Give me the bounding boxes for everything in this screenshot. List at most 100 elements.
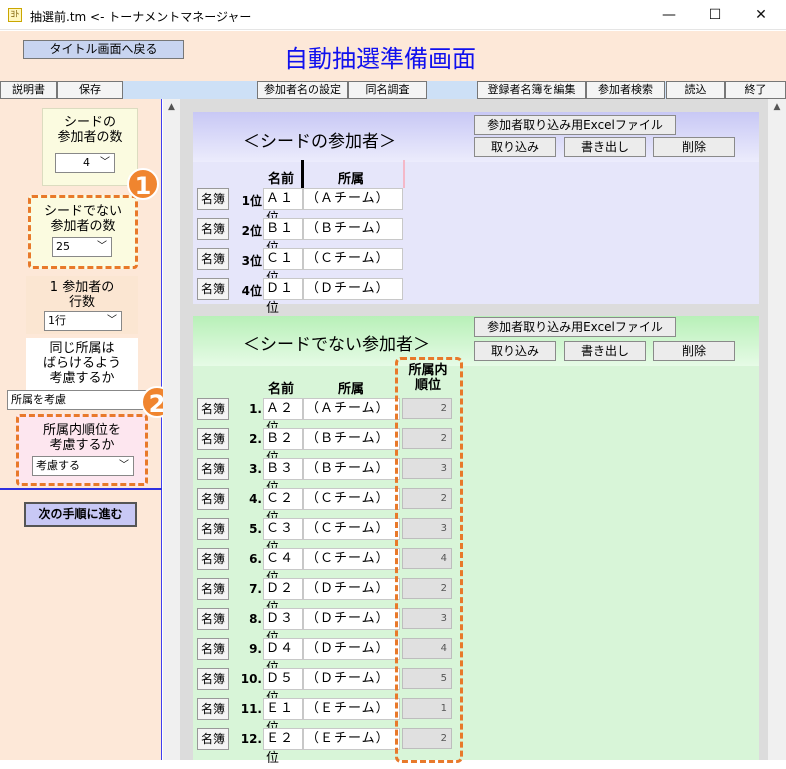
registry-button[interactable]: 名簿: [197, 578, 229, 600]
divider: [0, 488, 162, 490]
maximize-button[interactable]: ☐: [692, 0, 738, 30]
nonseed-number-label: 10.: [240, 672, 262, 686]
registry-button[interactable]: 名簿: [197, 398, 229, 420]
nonseed-affil-field[interactable]: （Ｃチーム）: [303, 548, 400, 570]
nonseed-name-field[interactable]: Ｄ５位: [263, 668, 303, 706]
registry-button[interactable]: 名簿: [197, 188, 229, 210]
same-name-check-button[interactable]: 同名調査: [348, 81, 427, 99]
seed-affil-field[interactable]: （Ｂチーム）: [303, 218, 403, 240]
next-step-button[interactable]: 次の手順に進む: [24, 502, 137, 527]
nonseed-affil-field[interactable]: （Ｄチーム）: [303, 608, 400, 630]
nonseed-col-name: 名前: [268, 382, 295, 397]
same-affil-label-2: ばらけるよう: [42, 356, 121, 371]
nonseed-affil-field[interactable]: （Ｄチーム）: [303, 578, 400, 600]
scroll-up-icon[interactable]: ▲: [768, 102, 786, 112]
seed-export-button[interactable]: 書き出し: [564, 137, 646, 157]
right-scrollbar[interactable]: ▲: [768, 99, 786, 760]
seed-affil-field[interactable]: （Ｄチーム）: [303, 278, 403, 300]
registry-button[interactable]: 名簿: [197, 488, 229, 510]
save-button[interactable]: 保存: [57, 81, 123, 99]
registry-button[interactable]: 名簿: [197, 458, 229, 480]
affil-rank-select[interactable]: 考慮する ﹀: [32, 456, 134, 476]
nonseed-affil-field[interactable]: （Ｂチーム）: [303, 458, 400, 480]
seed-count-label-2: 参加者の数: [57, 130, 123, 145]
seed-count-select[interactable]: 4 ﹀: [55, 153, 115, 173]
same-affil-select[interactable]: 所属を考慮: [7, 390, 147, 410]
nonseed-affil-field[interactable]: （Ｂチーム）: [303, 428, 400, 450]
minimize-button[interactable]: —: [646, 0, 692, 30]
nonseed-name-field[interactable]: Ｄ２位: [263, 578, 303, 616]
nonseed-import-button[interactable]: 取り込み: [474, 341, 556, 361]
left-scrollbar[interactable]: ▲: [163, 99, 180, 760]
nonseed-name-field[interactable]: Ｄ４位: [263, 638, 303, 676]
rows-select[interactable]: 1行 ﹀: [44, 311, 122, 331]
nonseed-count-label-2: 参加者の数: [50, 219, 116, 234]
seed-section-title: ＜シードの参加者＞: [243, 132, 396, 152]
registry-button[interactable]: 名簿: [197, 698, 229, 720]
nonseed-affil-field[interactable]: （Ａチーム）: [303, 398, 400, 420]
nonseed-name-field[interactable]: Ｃ２位: [263, 488, 303, 526]
registry-button[interactable]: 名簿: [197, 218, 229, 240]
seed-col-name: 名前: [268, 172, 295, 187]
registry-button[interactable]: 名簿: [197, 278, 229, 300]
seed-affil-field[interactable]: （Ａチーム）: [303, 188, 403, 210]
chevron-down-icon: ﹀: [97, 241, 107, 252]
registry-button[interactable]: 名簿: [197, 608, 229, 630]
nonseed-number-label: 7.: [249, 582, 262, 596]
participant-name-settings-button[interactable]: 参加者名の設定: [257, 81, 348, 99]
seed-col-affil: 所属: [338, 172, 365, 187]
nonseed-name-field[interactable]: Ｂ３位: [263, 458, 303, 496]
participant-search-button[interactable]: 参加者検索: [586, 81, 665, 99]
registry-button[interactable]: 名簿: [197, 548, 229, 570]
registry-button[interactable]: 名簿: [197, 728, 229, 750]
close-button[interactable]: ✕: [738, 0, 784, 30]
nonseed-name-field[interactable]: Ｄ３位: [263, 608, 303, 646]
seed-excel-button[interactable]: 参加者取り込み用Excelファイル: [474, 115, 676, 135]
seed-name-field[interactable]: Ｃ１位: [263, 248, 303, 286]
nonseed-count-select[interactable]: 25 ﹀: [52, 237, 112, 257]
same-affil-label-3: 考慮するか: [49, 371, 115, 386]
seed-name-field[interactable]: Ｄ１位: [263, 278, 303, 316]
nonseed-affil-field[interactable]: （Ｄチーム）: [303, 668, 400, 690]
nonseed-affil-field[interactable]: （Ｃチーム）: [303, 518, 400, 540]
nonseed-affil-field[interactable]: （Ｅチーム）: [303, 728, 400, 750]
nonseed-affil-field[interactable]: （Ｃチーム）: [303, 488, 400, 510]
seed-name-field[interactable]: Ａ１位: [263, 188, 303, 226]
registry-button[interactable]: 名簿: [197, 428, 229, 450]
registry-button[interactable]: 名簿: [197, 668, 229, 690]
nonseed-name-field[interactable]: Ｂ２位: [263, 428, 303, 466]
nonseed-affil-field[interactable]: （Ｅチーム）: [303, 698, 400, 720]
nonseed-export-button[interactable]: 書き出し: [564, 341, 646, 361]
nonseed-delete-button[interactable]: 削除: [653, 341, 735, 361]
seed-import-button[interactable]: 取り込み: [474, 137, 556, 157]
affil-rank-value: 考慮する: [36, 459, 80, 472]
manual-button[interactable]: 説明書: [0, 81, 57, 99]
back-to-title-button[interactable]: タイトル画面へ戻る: [23, 40, 184, 59]
exit-button[interactable]: 終了: [725, 81, 786, 99]
seed-count-group: シードの 参加者の数 4 ﹀: [42, 108, 138, 186]
step-badge-1: 1: [127, 168, 159, 200]
seed-name-field[interactable]: Ｂ１位: [263, 218, 303, 256]
load-button[interactable]: 読込: [666, 81, 725, 99]
registry-button[interactable]: 名簿: [197, 518, 229, 540]
nonseed-number-label: 8.: [249, 612, 262, 626]
nonseed-name-field[interactable]: Ｃ４位: [263, 548, 303, 586]
edit-registry-button[interactable]: 登録者名簿を編集: [477, 81, 586, 99]
nonseed-affil-field[interactable]: （Ｄチーム）: [303, 638, 400, 660]
app-icon: ﾖﾄ: [8, 8, 22, 22]
scroll-up-icon[interactable]: ▲: [163, 102, 180, 112]
seed-delete-button[interactable]: 削除: [653, 137, 735, 157]
nonseed-name-field[interactable]: Ａ２位: [263, 398, 303, 436]
nonseed-name-field[interactable]: Ｅ２位: [263, 728, 303, 766]
nonseed-name-field[interactable]: Ｃ３位: [263, 518, 303, 556]
nonseed-number-label: 3.: [249, 462, 262, 476]
nonseed-excel-button[interactable]: 参加者取り込み用Excelファイル: [474, 317, 676, 337]
nonseed-name-field[interactable]: Ｅ１位: [263, 698, 303, 736]
nonseed-number-label: 6.: [249, 552, 262, 566]
nonseed-number-label: 2.: [249, 432, 262, 446]
seed-affil-field[interactable]: （Ｃチーム）: [303, 248, 403, 270]
registry-button[interactable]: 名簿: [197, 248, 229, 270]
chevron-down-icon: ﹀: [100, 157, 110, 168]
registry-button[interactable]: 名簿: [197, 638, 229, 660]
chevron-down-icon: ﹀: [119, 460, 129, 471]
